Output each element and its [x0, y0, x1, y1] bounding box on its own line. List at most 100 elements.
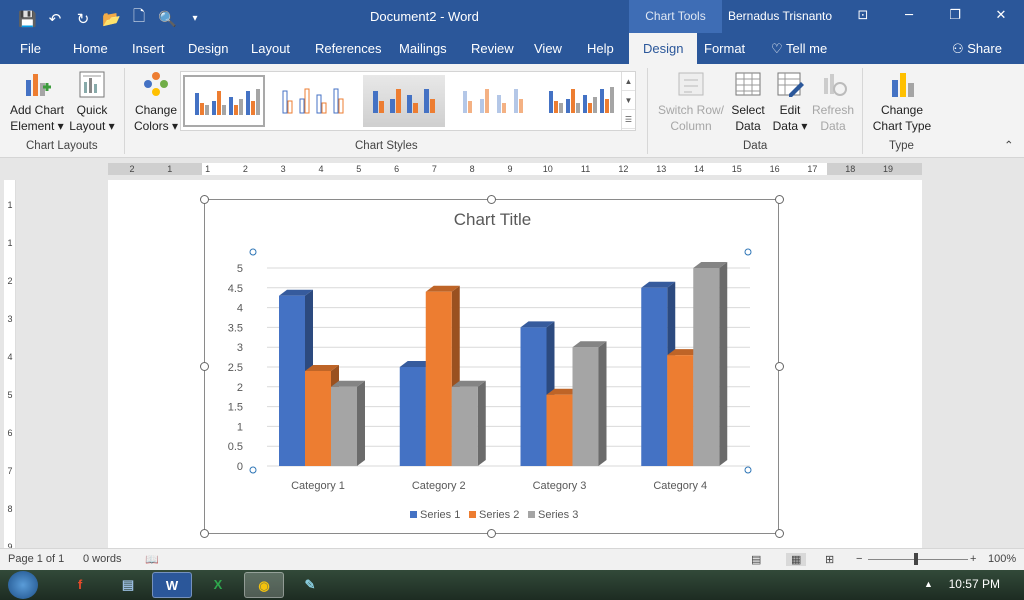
y-tick-label: 0.5	[228, 441, 243, 453]
edit-data-label: Edit Data ▾	[772, 103, 808, 133]
chart-style-2[interactable]	[273, 75, 355, 127]
resize-handle-bottom-left[interactable]	[200, 529, 209, 538]
add-chart-element-button[interactable]: Add Chart Element ▾	[6, 70, 68, 134]
tab-design[interactable]: Design	[188, 41, 228, 56]
quick-layout-button[interactable]: Quick Layout ▾	[66, 70, 118, 134]
resize-handle-bottom[interactable]	[487, 529, 496, 538]
quick-layout-icon	[79, 71, 105, 98]
switch-row-column-button[interactable]: Switch Row/ Column	[653, 70, 729, 134]
flash-app-icon[interactable]: f	[60, 572, 100, 598]
close-icon[interactable]: ✕	[978, 0, 1024, 33]
new-document-icon[interactable]: 🗋	[130, 6, 148, 31]
vertical-ruler-number: 1	[7, 200, 13, 210]
bar-side	[598, 341, 607, 466]
page-count[interactable]: Page 1 of 1	[8, 553, 64, 565]
legend-label: Series 2	[479, 509, 519, 521]
change-chart-type-label: Change Chart Type	[872, 103, 932, 133]
restore-icon[interactable]: ❐	[932, 0, 978, 33]
tab-references[interactable]: References	[315, 41, 381, 56]
quick-access-toolbar: 💾 ↶ ↻ 📂 🗋 🔍 ▾	[18, 6, 204, 31]
tab-layout[interactable]: Layout	[251, 41, 290, 56]
word-count[interactable]: 0 words	[83, 553, 122, 565]
resize-handle-top[interactable]	[487, 195, 496, 204]
gallery-up-icon[interactable]: ▲	[622, 72, 635, 91]
save-icon[interactable]: 💾	[18, 10, 37, 28]
zoom-in-button[interactable]: +	[970, 553, 976, 565]
chart-style-5[interactable]	[539, 75, 621, 127]
collapse-ribbon-icon[interactable]: ⌃	[1004, 138, 1014, 152]
open-icon[interactable]: 📂	[102, 10, 121, 28]
redo-icon[interactable]: ↻	[74, 10, 92, 28]
vertical-ruler-number: 7	[7, 466, 13, 476]
notepad-app-icon[interactable]: ▤	[108, 572, 148, 598]
x-tick-label: Category 1	[291, 480, 345, 492]
zoom-level[interactable]: 100%	[988, 553, 1016, 565]
tab-home[interactable]: Home	[73, 41, 108, 56]
chart-style-4[interactable]	[453, 75, 535, 127]
bar	[451, 386, 478, 466]
separator	[124, 68, 125, 154]
paint-app-icon[interactable]: ✎	[290, 572, 330, 598]
change-chart-type-button[interactable]: Change Chart Type	[868, 70, 936, 134]
ruler-number: 3	[280, 164, 286, 174]
vertical-ruler[interactable]: 1123456789	[4, 180, 16, 552]
customize-qat-icon[interactable]: ▾	[186, 13, 204, 24]
resize-handle-right[interactable]	[775, 362, 784, 371]
zoom-slider-thumb[interactable]	[914, 553, 918, 565]
print-layout-icon[interactable]: ▦	[786, 553, 807, 566]
minimize-icon[interactable]: ─	[886, 0, 932, 33]
resize-handle-top-right[interactable]	[775, 195, 784, 204]
legend-label: Series 3	[538, 509, 578, 521]
resize-handle-top-left[interactable]	[200, 195, 209, 204]
chart-plot[interactable]: 0 0.5 1 1.5 2 2.5 3 3.5 4 4.5 5 Category 1 Category …	[205, 200, 780, 535]
read-mode-icon[interactable]: ▤	[751, 553, 761, 566]
word-app-icon[interactable]: W	[152, 572, 192, 598]
chart-style-3[interactable]	[363, 75, 445, 127]
tab-insert[interactable]: Insert	[132, 41, 165, 56]
legend-label: Series 1	[420, 509, 460, 521]
tab-file[interactable]: File	[20, 41, 41, 56]
select-data-button[interactable]: Select Data	[728, 70, 768, 134]
web-layout-icon[interactable]: ⊞	[825, 553, 834, 566]
proofing-icon[interactable]: 📖	[145, 553, 159, 566]
legend-swatch	[469, 511, 476, 518]
print-preview-icon[interactable]: 🔍	[158, 10, 177, 28]
zoom-slider-track[interactable]	[868, 559, 968, 560]
tab-chart-design[interactable]: Design	[629, 33, 698, 64]
zoom-out-button[interactable]: −	[856, 553, 862, 565]
ribbon-display-options-icon[interactable]: ⊡	[840, 0, 886, 33]
bar-side	[477, 380, 486, 466]
separator	[647, 68, 648, 154]
ribbon: Add Chart Element ▾ Quick Layout ▾ Chang…	[0, 64, 1024, 158]
chrome-app-icon[interactable]: ◉	[244, 572, 284, 598]
tab-mailings[interactable]: Mailings	[399, 41, 447, 56]
change-colors-button[interactable]: Change Colors ▾	[128, 70, 184, 134]
tray-overflow-icon[interactable]: ▲	[924, 579, 933, 589]
tab-help[interactable]: Help	[587, 41, 614, 56]
group-label-data: Data	[743, 140, 768, 152]
edit-data-button[interactable]: Edit Data ▾	[770, 70, 810, 134]
share-button[interactable]: ⚇ Share	[952, 41, 1002, 57]
start-button[interactable]	[8, 571, 38, 599]
gallery-more-icon[interactable]: ☰	[622, 110, 635, 129]
chart-object[interactable]: Chart Title 0 0.5 1 1.5 2 2.5 3 3.5 4 4.5 5 Categor…	[204, 199, 779, 534]
clock[interactable]: 10:57 PM	[949, 577, 1000, 591]
user-name[interactable]: Bernadus Trisnanto	[728, 9, 832, 23]
ruler-number: 11	[580, 164, 591, 174]
tab-review[interactable]: Review	[471, 41, 514, 56]
resize-handle-left[interactable]	[200, 362, 209, 371]
tell-me-box[interactable]: ♡ Tell me	[771, 41, 827, 57]
x-tick-label: Category 2	[412, 480, 466, 492]
document-page[interactable]: Chart Title 0 0.5 1 1.5 2 2.5 3 3.5 4 4.5 5 Categor…	[108, 180, 922, 548]
gallery-down-icon[interactable]: ▼	[622, 91, 635, 110]
tab-view[interactable]: View	[534, 41, 562, 56]
excel-app-icon[interactable]: X	[198, 572, 238, 598]
ruler-right-margin	[827, 163, 922, 175]
ruler-number: 7	[431, 164, 437, 174]
horizontal-ruler[interactable]: 2 1 1 2 3 4 5 6 7 8 9 10 11 12 13 14 15 16 17 18 19	[108, 163, 922, 175]
refresh-data-button[interactable]: Refresh Data	[810, 70, 856, 134]
resize-handle-bottom-right[interactable]	[775, 529, 784, 538]
undo-icon[interactable]: ↶	[46, 10, 64, 28]
tab-chart-format[interactable]: Format	[704, 41, 745, 56]
chart-style-1[interactable]	[183, 75, 265, 127]
